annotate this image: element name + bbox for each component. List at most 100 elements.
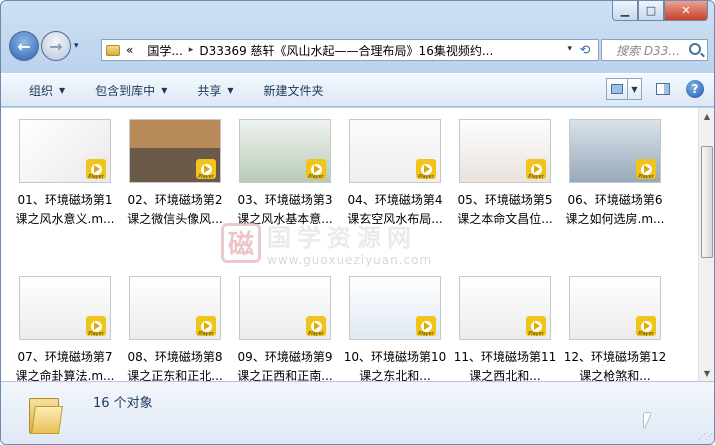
vertical-scrollbar[interactable]: ▲ ▼ bbox=[698, 108, 714, 381]
search-input[interactable]: 搜索 D33... bbox=[601, 39, 708, 61]
video-thumbnail[interactable]: Player bbox=[459, 276, 551, 340]
maximize-button[interactable]: □ bbox=[638, 1, 664, 21]
player-label: Player bbox=[198, 331, 214, 337]
player-label: Player bbox=[638, 331, 654, 337]
video-thumbnail[interactable]: Player bbox=[129, 276, 221, 340]
file-name[interactable]: 02、环境磁场第2课之微信头像风... bbox=[123, 191, 227, 229]
mouse-cursor-icon bbox=[644, 413, 651, 429]
player-label: Player bbox=[528, 174, 544, 180]
view-dropdown-button[interactable]: ▼ bbox=[628, 78, 642, 100]
caption-buttons: ▁ □ ✕ bbox=[612, 1, 708, 21]
player-label: Player bbox=[418, 331, 434, 337]
help-button[interactable]: ? bbox=[686, 80, 704, 98]
chevron-down-icon: ▼ bbox=[227, 85, 234, 95]
back-button[interactable]: ← bbox=[9, 31, 39, 61]
play-icon: Player bbox=[416, 316, 436, 337]
player-label: Player bbox=[418, 174, 434, 180]
video-thumbnail[interactable]: Player bbox=[239, 276, 331, 340]
play-icon: Player bbox=[306, 316, 326, 337]
resize-grip-icon[interactable]: ⋰⋰ bbox=[698, 432, 713, 441]
view-controls: ▼ ? bbox=[606, 78, 704, 100]
player-label: Player bbox=[88, 174, 104, 180]
forward-button[interactable]: → bbox=[41, 31, 71, 61]
details-pane: 16 个对象 ⋰⋰ bbox=[1, 381, 714, 444]
video-thumbnail[interactable]: Player bbox=[459, 119, 551, 183]
change-view-button[interactable] bbox=[606, 78, 628, 100]
maximize-icon: □ bbox=[645, 4, 657, 17]
player-label: Player bbox=[198, 174, 214, 180]
file-name[interactable]: 01、环境磁场第1课之风水意义.m... bbox=[13, 191, 117, 229]
player-label: Player bbox=[528, 331, 544, 337]
folder-icon bbox=[29, 392, 63, 436]
scroll-down-icon[interactable]: ▼ bbox=[699, 365, 714, 381]
search-icon[interactable] bbox=[689, 43, 701, 55]
explorer-window: ▁ □ ✕ ← → ▾ « 国学... ▸ D33369 慈轩《风山水起——合理… bbox=[0, 0, 715, 445]
file-name[interactable]: 12、环境磁场第12课之枪煞和... bbox=[563, 348, 667, 381]
breadcrumb-sep-icon[interactable]: ▸ bbox=[189, 45, 194, 55]
forward-arrow-icon: → bbox=[49, 36, 63, 56]
search-placeholder: 搜索 D33... bbox=[616, 43, 680, 58]
view-icon bbox=[611, 84, 623, 94]
watermark-seal: 磁 bbox=[221, 222, 261, 263]
address-bar[interactable]: « 国学... ▸ D33369 慈轩《风山水起——合理布局》16集视频约...… bbox=[101, 39, 599, 61]
file-name[interactable]: 08、环境磁场第8课之正东和正北... bbox=[123, 348, 227, 381]
new-folder-label: 新建文件夹 bbox=[263, 83, 324, 98]
player-label: Player bbox=[88, 331, 104, 337]
video-thumbnail[interactable]: Player bbox=[349, 119, 441, 183]
player-label: Player bbox=[308, 331, 324, 337]
back-arrow-icon: ← bbox=[17, 36, 31, 56]
new-folder-button[interactable]: 新建文件夹 bbox=[264, 82, 324, 99]
nav-buttons: ← → ▾ bbox=[9, 31, 79, 61]
include-label: 包含到库中 bbox=[95, 83, 156, 98]
recent-pages-dropdown[interactable]: ▾ bbox=[74, 41, 79, 51]
folder-icon bbox=[106, 44, 120, 56]
play-icon: Player bbox=[306, 159, 326, 180]
play-icon: Player bbox=[86, 159, 106, 180]
preview-pane-button[interactable] bbox=[652, 78, 674, 100]
play-icon: Player bbox=[196, 159, 216, 180]
play-icon: Player bbox=[86, 316, 106, 337]
watermark-title: 国学资源网 bbox=[267, 224, 417, 252]
file-name[interactable]: 06、环境磁场第6课之如何选房.m... bbox=[563, 191, 667, 229]
include-in-library-button[interactable]: 包含到库中 ▼ bbox=[95, 82, 167, 99]
share-label: 共享 bbox=[197, 83, 222, 98]
breadcrumb-1[interactable]: 国学... bbox=[147, 42, 182, 59]
file-name[interactable]: 05、环境磁场第5课之本命文昌位... bbox=[453, 191, 557, 229]
play-icon: Player bbox=[636, 159, 656, 180]
address-dropdown-icon[interactable]: ▾ bbox=[567, 44, 572, 54]
share-button[interactable]: 共享 ▼ bbox=[197, 82, 233, 99]
video-thumbnail[interactable]: Player bbox=[19, 119, 111, 183]
video-thumbnail[interactable]: Player bbox=[569, 276, 661, 340]
video-thumbnail[interactable]: Player bbox=[239, 119, 331, 183]
scroll-thumb[interactable] bbox=[701, 146, 713, 258]
organize-label: 组织 bbox=[29, 83, 54, 98]
minimize-icon: ▁ bbox=[620, 4, 630, 17]
video-thumbnail[interactable]: Player bbox=[129, 119, 221, 183]
video-thumbnail[interactable]: Player bbox=[569, 119, 661, 183]
chevron-down-icon: ▼ bbox=[59, 85, 66, 95]
video-thumbnail[interactable]: Player bbox=[349, 276, 441, 340]
video-thumbnail[interactable]: Player bbox=[19, 276, 111, 340]
file-name[interactable]: 10、环境磁场第10课之东北和... bbox=[343, 348, 447, 381]
file-name[interactable]: 07、环境磁场第7课之命卦算法.m... bbox=[13, 348, 117, 381]
refresh-button[interactable]: ⟲ bbox=[573, 39, 597, 61]
item-count: 16 个对象 bbox=[93, 396, 153, 411]
play-icon: Player bbox=[416, 159, 436, 180]
watermark: 磁 国学资源网 www.guoxueziyuan.com bbox=[221, 218, 432, 267]
play-icon: Player bbox=[526, 159, 546, 180]
file-name[interactable]: 09、环境磁场第9课之正西和正南... bbox=[233, 348, 337, 381]
minimize-button[interactable]: ▁ bbox=[612, 1, 638, 21]
scroll-up-icon[interactable]: ▲ bbox=[699, 108, 714, 124]
address-overflow[interactable]: « bbox=[126, 43, 133, 57]
play-icon: Player bbox=[636, 316, 656, 337]
preview-pane-icon bbox=[656, 83, 670, 95]
refresh-icon: ⟲ bbox=[579, 42, 591, 58]
organize-button[interactable]: 组织 ▼ bbox=[29, 82, 65, 99]
close-button[interactable]: ✕ bbox=[664, 1, 708, 21]
play-icon: Player bbox=[526, 316, 546, 337]
breadcrumb-2[interactable]: D33369 慈轩《风山水起——合理布局》16集视频约... bbox=[199, 42, 493, 59]
watermark-url: www.guoxueziyuan.com bbox=[267, 253, 433, 267]
file-name[interactable]: 11、环境磁场第11课之西北和... bbox=[453, 348, 557, 381]
player-label: Player bbox=[308, 174, 324, 180]
player-label: Player bbox=[638, 174, 654, 180]
